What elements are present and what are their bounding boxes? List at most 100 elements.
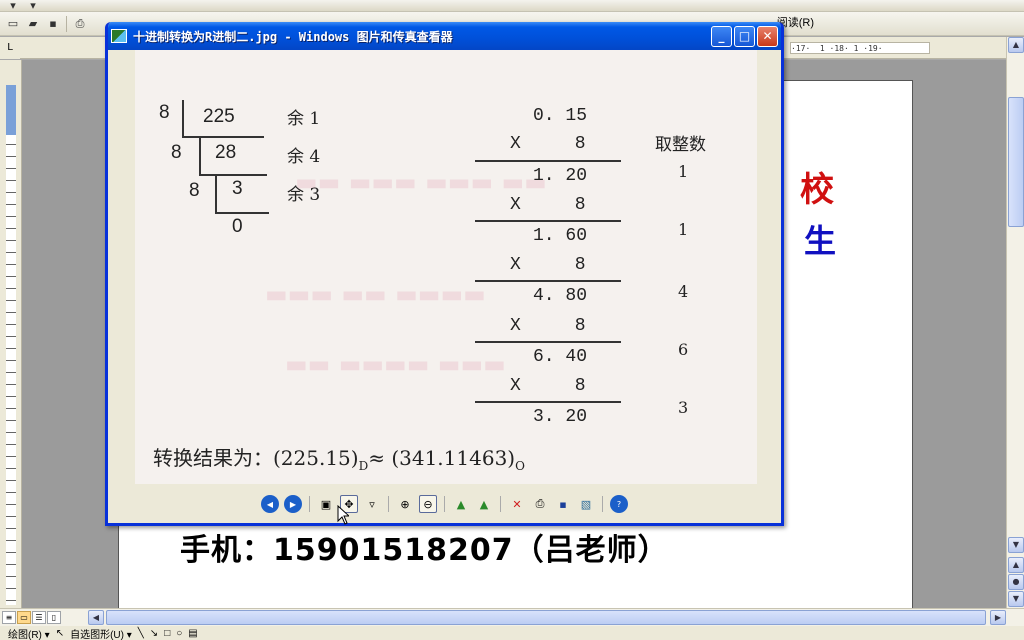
next-image-icon[interactable]: ▶ bbox=[284, 495, 302, 513]
displayed-image: ▬▬ ▬▬▬ ▬▬▬ ▬▬ ▬▬▬ ▬▬ ▬▬▬▬ ▬▬ ▬▬▬▬ ▬▬▬ 8 … bbox=[135, 50, 757, 484]
multiply-row: X 8 bbox=[510, 255, 586, 275]
oval-icon[interactable]: ○ bbox=[176, 628, 182, 639]
next-page-button[interactable]: ▼ bbox=[1008, 591, 1024, 607]
division-remainder: 余 4 bbox=[287, 147, 321, 167]
vertical-scrollbar[interactable]: ▲ ▼ ▲ ● ▼ bbox=[1006, 37, 1024, 608]
division-divisor: 8 bbox=[189, 180, 200, 201]
multiply-line bbox=[475, 341, 621, 343]
open-folder-icon[interactable]: ▰ bbox=[24, 15, 42, 33]
division-dividend: 28 bbox=[215, 142, 237, 163]
select-arrow-icon[interactable]: ↖ bbox=[56, 628, 64, 639]
integer-part-value: 4 bbox=[678, 282, 689, 301]
new-document-icon[interactable]: ▭ bbox=[4, 15, 22, 33]
ruler-scale-label: ·17· 1 ·18· 1 ·19· bbox=[790, 42, 930, 54]
horizontal-scrollbar[interactable]: ≡ ▭ ☰ ▯ ◀ ▶ bbox=[0, 608, 1024, 626]
viewer-toolbar: ◀ ▶ ▣ ✥ ▿ ⊕ ⊖ ▲ ▲ ✕ ⎙ ▪ ▧ ? bbox=[108, 490, 781, 518]
rotate-clockwise-icon[interactable]: ▲ bbox=[452, 495, 470, 513]
print-icon[interactable]: ⎙ bbox=[531, 495, 549, 513]
toolbar-separator bbox=[500, 496, 501, 512]
division-dividend: 225 bbox=[203, 106, 235, 127]
help-icon[interactable]: ? bbox=[610, 495, 628, 513]
result-subscript-d: D bbox=[358, 459, 369, 473]
multiply-row: X 8 bbox=[510, 134, 586, 154]
best-fit-icon[interactable]: ▣ bbox=[317, 495, 335, 513]
rectangle-icon[interactable]: □ bbox=[164, 628, 170, 639]
previous-image-icon[interactable]: ◀ bbox=[261, 495, 279, 513]
vertical-ruler[interactable] bbox=[0, 60, 22, 608]
product-value: 4. 80 bbox=[533, 286, 588, 306]
integer-part-value: 6 bbox=[678, 340, 689, 359]
image-viewport[interactable]: ▬▬ ▬▬▬ ▬▬▬ ▬▬ ▬▬▬ ▬▬ ▬▬▬▬ ▬▬ ▬▬▬▬ ▬▬▬ 8 … bbox=[135, 50, 757, 484]
zoom-in-icon[interactable]: ⊕ bbox=[396, 495, 414, 513]
normal-view-icon[interactable]: ≡ bbox=[2, 611, 16, 624]
product-value: 1. 20 bbox=[533, 166, 588, 186]
division-bracket bbox=[199, 174, 267, 176]
multiply-row: X 8 bbox=[510, 376, 586, 396]
browse-object-button[interactable]: ● bbox=[1008, 574, 1024, 590]
picture-viewer-app-icon bbox=[111, 29, 127, 43]
scroll-left-button[interactable]: ◀ bbox=[88, 610, 104, 625]
mouse-cursor-icon bbox=[337, 505, 349, 525]
scroll-down-button[interactable]: ▼ bbox=[1008, 537, 1024, 553]
product-value: 6. 40 bbox=[533, 347, 588, 367]
image-viewer-window: 十进制转换为R进制二.jpg - Windows 图片和传真查看器 _ □ ✕ … bbox=[105, 22, 784, 526]
division-divisor: 8 bbox=[171, 142, 182, 163]
document-text-red: 校 bbox=[800, 170, 834, 210]
product-value: 1. 60 bbox=[533, 226, 588, 246]
close-button[interactable]: ✕ bbox=[757, 26, 778, 47]
print-icon[interactable]: ⎙ bbox=[71, 15, 89, 33]
zoom-out-icon[interactable]: ⊖ bbox=[419, 495, 437, 513]
division-bracket bbox=[182, 136, 264, 138]
textbox-icon[interactable]: ▤ bbox=[188, 628, 197, 639]
multiply-line bbox=[475, 220, 621, 222]
previous-page-button[interactable]: ▲ bbox=[1008, 557, 1024, 573]
vertical-scroll-thumb[interactable] bbox=[1008, 97, 1024, 227]
line-icon[interactable]: ╲ bbox=[138, 628, 144, 639]
toolbar-separator bbox=[66, 15, 67, 32]
outline-view-icon[interactable]: ☰ bbox=[32, 611, 46, 624]
fraction-start-value: 0. 15 bbox=[533, 106, 588, 126]
vertical-ruler-scale bbox=[6, 85, 16, 605]
multiply-row: X 8 bbox=[510, 195, 586, 215]
multiply-line bbox=[475, 280, 621, 282]
open-editor-icon[interactable]: ▧ bbox=[577, 495, 595, 513]
division-bracket bbox=[215, 212, 269, 214]
division-final-quotient: 0 bbox=[232, 216, 243, 237]
result-subscript-o: O bbox=[515, 459, 525, 473]
maximize-button[interactable]: □ bbox=[734, 26, 755, 47]
slideshow-icon[interactable]: ▿ bbox=[363, 495, 381, 513]
product-value: 3. 20 bbox=[533, 407, 588, 427]
toolbar-separator bbox=[309, 496, 310, 512]
rotate-counterclockwise-icon[interactable]: ▲ bbox=[475, 495, 493, 513]
division-bracket bbox=[199, 138, 201, 174]
division-bracket bbox=[215, 176, 217, 212]
division-remainder: 余 3 bbox=[287, 185, 321, 205]
delete-icon[interactable]: ✕ bbox=[508, 495, 526, 513]
drawing-menu[interactable]: 绘图(R) ▾ bbox=[8, 626, 50, 640]
conversion-result: 转换结果为：(225.15)D≈ (341.11463)O bbox=[153, 442, 525, 473]
viewer-window-title: 十进制转换为R进制二.jpg - Windows 图片和传真查看器 bbox=[133, 29, 453, 44]
integer-part-value: 1 bbox=[678, 220, 689, 239]
toolbar-separator bbox=[602, 496, 603, 512]
minimize-button[interactable]: _ bbox=[711, 26, 732, 47]
result-approx: ≈ (341.11463) bbox=[368, 446, 516, 470]
document-text-blue: 生 bbox=[804, 222, 837, 260]
bleed-through-text: ▬▬ ▬▬▬▬ ▬▬▬ bbox=[285, 350, 506, 378]
save-icon[interactable]: ▪ bbox=[44, 15, 62, 33]
toolbar-separator bbox=[388, 496, 389, 512]
viewer-title-bar[interactable]: 十进制转换为R进制二.jpg - Windows 图片和传真查看器 _ □ ✕ bbox=[108, 22, 781, 50]
division-divisor: 8 bbox=[159, 102, 170, 123]
scroll-up-button[interactable]: ▲ bbox=[1008, 37, 1024, 53]
reading-view-icon[interactable]: ▯ bbox=[47, 611, 61, 624]
tab-selector[interactable]: L bbox=[0, 37, 20, 59]
horizontal-scroll-thumb[interactable] bbox=[106, 610, 986, 625]
save-icon[interactable]: ▪ bbox=[554, 495, 572, 513]
print-layout-view-icon[interactable]: ▭ bbox=[17, 611, 31, 624]
word-formatting-toolbar: ▾ ▾ bbox=[0, 0, 1024, 12]
document-phone-line: 手机：15901518207（吕老师） bbox=[180, 533, 669, 568]
autoshapes-menu[interactable]: 自选图形(U) ▾ bbox=[70, 626, 132, 640]
division-dividend: 3 bbox=[232, 178, 243, 199]
arrow-icon[interactable]: ↘ bbox=[150, 628, 158, 639]
multiply-line bbox=[475, 160, 621, 162]
scroll-right-button[interactable]: ▶ bbox=[990, 610, 1006, 625]
